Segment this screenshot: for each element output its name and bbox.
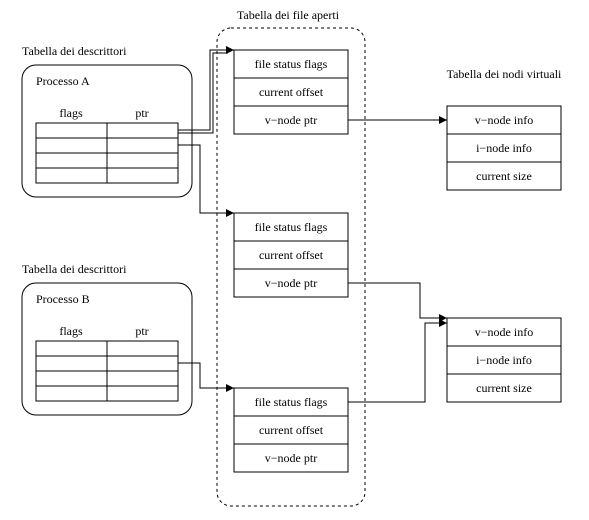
vnode-2-inode: i−node info bbox=[476, 353, 532, 367]
file-tables-diagram: Tabella dei file aperti file status flag… bbox=[0, 0, 589, 520]
arrow-file3-to-vnode2 bbox=[348, 323, 447, 402]
file-entry-3-vptr: v−node ptr bbox=[265, 451, 317, 465]
process-a-label: Processo A bbox=[36, 74, 90, 88]
file-entry-1-status: file status flags bbox=[255, 57, 328, 71]
open-file-table-title: Tabella dei file aperti bbox=[237, 8, 340, 22]
arrow-a0-to-file1 bbox=[178, 50, 234, 130]
file-entry-2: file status flags current offset v−node … bbox=[234, 213, 348, 297]
descriptor-table-title-a: Tabella dei descrittori bbox=[22, 44, 127, 58]
vnode-1-inode: i−node info bbox=[476, 141, 532, 155]
file-entry-3: file status flags current offset v−node … bbox=[234, 388, 348, 472]
file-entry-3-status: file status flags bbox=[255, 395, 328, 409]
process-b-descriptor-table: flags ptr bbox=[36, 324, 178, 401]
process-b-label: Processo B bbox=[36, 292, 90, 306]
arrow-file2-to-vnode2 bbox=[348, 283, 447, 318]
virtual-nodes-title: Tabella dei nodi virtuali bbox=[447, 67, 562, 81]
process-a-descriptor-table: flags ptr bbox=[36, 106, 178, 183]
process-b-flags-header: flags bbox=[59, 324, 83, 338]
arrow-a2-to-file2 bbox=[178, 145, 234, 213]
vnode-2-size: current size bbox=[476, 381, 532, 395]
vnode-entry-2: v−node info i−node info current size bbox=[447, 318, 561, 402]
file-entry-2-vptr: v−node ptr bbox=[265, 276, 317, 290]
process-a-flags-header: flags bbox=[59, 106, 83, 120]
file-entry-1-vptr: v−node ptr bbox=[265, 113, 317, 127]
arrow-a1-to-file1a bbox=[178, 53, 228, 133]
vnode-2-info: v−node info bbox=[475, 325, 533, 339]
file-entry-1-offset: current offset bbox=[259, 85, 324, 99]
file-entry-2-offset: current offset bbox=[259, 248, 324, 262]
file-entry-1: file status flags current offset v−node … bbox=[234, 50, 348, 134]
vnode-entry-1: v−node info i−node info current size bbox=[447, 106, 561, 190]
process-a-ptr-header: ptr bbox=[135, 106, 148, 120]
file-entry-3-offset: current offset bbox=[259, 423, 324, 437]
vnode-1-size: current size bbox=[476, 169, 532, 183]
file-entry-2-status: file status flags bbox=[255, 220, 328, 234]
arrow-b1-to-file3 bbox=[178, 363, 234, 388]
descriptor-table-title-b: Tabella dei descrittori bbox=[22, 262, 127, 276]
vnode-1-info: v−node info bbox=[475, 113, 533, 127]
process-b-ptr-header: ptr bbox=[135, 324, 148, 338]
